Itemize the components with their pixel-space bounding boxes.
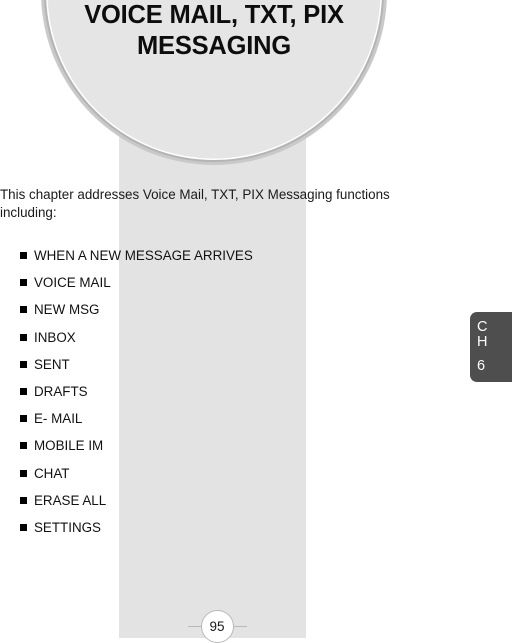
chapter-contents-list: WHEN A NEW MESSAGE ARRIVES VOICE MAIL NEW …: [20, 247, 320, 546]
chapter-tab: C H 6: [470, 312, 512, 382]
list-item: SENT: [20, 356, 320, 383]
bullet-square-icon: [20, 415, 27, 423]
list-item: SETTINGS: [20, 519, 320, 546]
bullet-square-icon: [20, 387, 27, 395]
list-item-label: NEW MSG: [34, 302, 100, 318]
bullet-square-icon: [20, 279, 27, 287]
list-item-label: CHAT: [34, 465, 70, 481]
page-number-badge: 95: [200, 610, 234, 643]
list-item-label: WHEN A NEW MESSAGE ARRIVES: [34, 248, 253, 263]
bullet-square-icon: [20, 252, 27, 259]
chapter-intro-line-1: This chapter addresses Voice Mail, TXT, …: [0, 187, 390, 202]
chapter-tab-letter-c: C: [477, 319, 488, 335]
page-number-rule-right: [232, 626, 247, 627]
list-item-label: VOICE MAIL: [34, 275, 111, 291]
bullet-square-icon: [20, 523, 27, 531]
list-item: WHEN A NEW MESSAGE ARRIVES: [20, 247, 320, 274]
chapter-tab-letter-h: H: [477, 334, 488, 350]
bullet-square-icon: [20, 469, 27, 477]
chapter-title-line-1: VOICE MAIL, TXT, PIX: [84, 1, 344, 29]
list-item: VOICE MAIL: [20, 274, 320, 301]
list-item: DRAFTS: [20, 383, 320, 410]
list-item: E- MAIL: [20, 410, 320, 437]
list-item-label: SENT: [34, 356, 70, 372]
list-item-label: ERASE ALL: [34, 492, 107, 508]
list-item-label: E- MAIL: [34, 411, 83, 427]
chapter-title-line-2: MESSAGING: [136, 32, 292, 60]
list-item: INBOX: [20, 329, 320, 356]
list-item-label: SETTINGS: [34, 519, 101, 535]
chapter-title: VOICE MAIL, TXT, PIX MESSAGING: [46, 0, 382, 62]
list-item-label: DRAFTS: [34, 383, 88, 399]
list-item: ERASE ALL: [20, 492, 320, 519]
list-item-label: MOBILE IM: [34, 438, 104, 454]
chapter-intro-paragraph: This chapter addresses Voice Mail, TXT, …: [0, 186, 440, 221]
list-item: CHAT: [20, 465, 320, 492]
chapter-intro-line-2: including:: [0, 204, 57, 220]
bullet-square-icon: [20, 496, 27, 504]
bullet-square-icon: [20, 306, 27, 314]
bullet-square-icon: [20, 360, 27, 368]
page-number-footer: 95: [0, 610, 434, 643]
list-item-label: INBOX: [34, 329, 76, 345]
bullet-square-icon: [20, 442, 27, 450]
list-item: NEW MSG: [20, 301, 320, 328]
page-number-rule-left: [187, 626, 202, 627]
list-item: MOBILE IM: [20, 437, 320, 464]
bullet-square-icon: [20, 333, 27, 341]
chapter-tab-number: 6: [477, 358, 486, 374]
